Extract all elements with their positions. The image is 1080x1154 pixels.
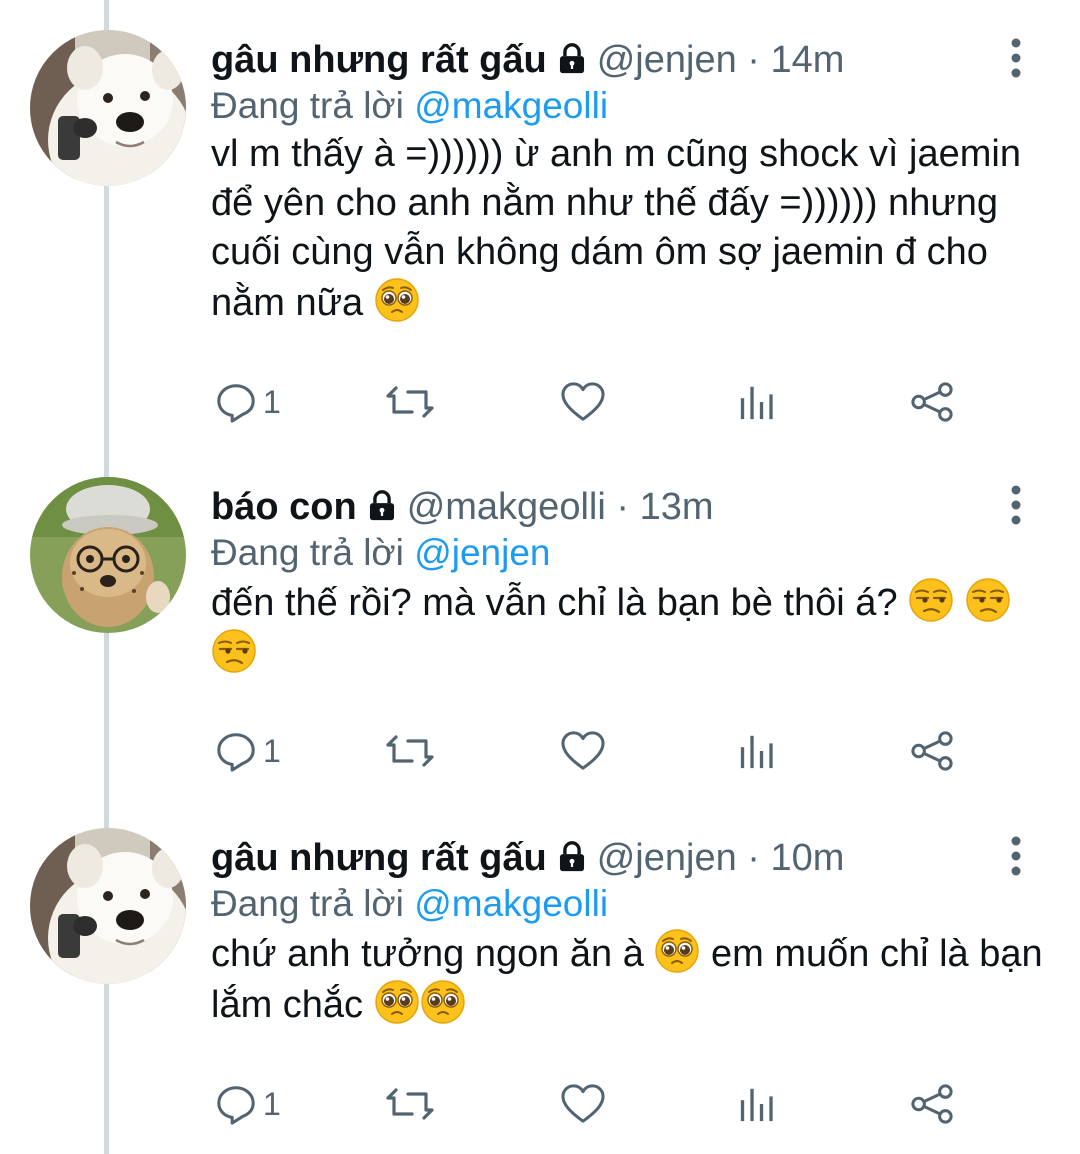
retweet-icon (385, 382, 435, 422)
pleading-face-emoji (374, 277, 420, 323)
retweet-button[interactable] (385, 372, 435, 432)
views-button[interactable] (738, 1074, 776, 1134)
separator: · (747, 39, 760, 81)
reply-mention[interactable]: @makgeolli (414, 883, 608, 924)
share-button[interactable] (909, 721, 955, 781)
reply-prefix: Đang trả lời (211, 85, 404, 126)
user-handle[interactable]: @jenjen (597, 837, 737, 879)
reply-prefix: Đang trả lời (211, 883, 404, 924)
reply-icon (215, 1083, 257, 1125)
views-button[interactable] (738, 721, 776, 781)
reply-context: Đang trả lời @jenjen (211, 527, 551, 579)
reply-icon (215, 381, 257, 423)
reply-count: 1 (263, 732, 281, 769)
share-button[interactable] (909, 372, 955, 432)
timestamp[interactable]: 10m (771, 837, 845, 879)
tweet-text: chứ anh tưởng ngon ăn à em muốn chỉ là b… (211, 928, 1046, 1030)
display-name[interactable]: gâu nhưng rất gấu (211, 39, 547, 81)
reply-button[interactable]: 1 (215, 1074, 281, 1134)
pleading-face-emoji (654, 928, 700, 974)
timestamp[interactable]: 13m (640, 486, 714, 528)
retweet-icon (385, 731, 435, 771)
reply-count: 1 (263, 1085, 281, 1122)
display-name[interactable]: gâu nhưng rất gấu (211, 837, 547, 879)
avatar[interactable] (30, 477, 186, 633)
cheetah-cub-avatar-icon (30, 477, 186, 633)
share-button[interactable] (909, 1074, 955, 1134)
reply-mention[interactable]: @makgeolli (414, 85, 608, 126)
tweet-text: vl m thấy à =)))))) ừ anh m cũng shock v… (211, 130, 1046, 328)
user-handle[interactable]: @jenjen (597, 39, 737, 81)
white-dog-avatar-icon (30, 828, 186, 984)
reply-button[interactable]: 1 (215, 372, 281, 432)
more-options-button[interactable] (1001, 38, 1031, 78)
reply-count: 1 (263, 383, 281, 420)
timestamp[interactable]: 14m (771, 39, 845, 81)
avatar[interactable] (30, 828, 186, 984)
like-icon (560, 730, 606, 772)
avatar[interactable] (30, 30, 186, 186)
more-vertical-icon (1001, 836, 1031, 876)
separator: · (616, 486, 629, 528)
views-button[interactable] (738, 372, 776, 432)
like-icon (560, 381, 606, 423)
tweet-text-content: đến thế rồi? mà vẫn chỉ là bạn bè thôi á… (211, 582, 898, 624)
views-icon (738, 383, 776, 421)
views-icon (738, 732, 776, 770)
reply-context: Đang trả lời @makgeolli (211, 80, 608, 132)
reply-icon (215, 730, 257, 772)
tweet-text-content: vl m thấy à =)))))) ừ anh m cũng shock v… (211, 133, 1021, 324)
retweet-button[interactable] (385, 1074, 435, 1134)
share-icon (909, 730, 955, 772)
separator: · (747, 837, 760, 879)
retweet-icon (385, 1084, 435, 1124)
reply-button[interactable]: 1 (215, 721, 281, 781)
unamused-face-emoji (908, 577, 954, 623)
share-icon (909, 381, 955, 423)
views-icon (738, 1085, 776, 1123)
like-button[interactable] (560, 1074, 606, 1134)
tweet-text-part-1: chứ anh tưởng ngon ăn à (211, 933, 644, 975)
reply-context: Đang trả lời @makgeolli (211, 878, 608, 930)
user-handle[interactable]: @makgeolli (407, 486, 606, 528)
white-dog-avatar-icon (30, 30, 186, 186)
share-icon (909, 1083, 955, 1125)
retweet-button[interactable] (385, 721, 435, 781)
reply-prefix: Đang trả lời (211, 532, 404, 573)
like-button[interactable] (560, 721, 606, 781)
tweet-actions: 1 (211, 1074, 971, 1134)
more-options-button[interactable] (1001, 485, 1031, 525)
tweet-actions: 1 (211, 721, 971, 781)
tweet-text: đến thế rồi? mà vẫn chỉ là bạn bè thôi á… (211, 577, 1031, 679)
unamused-face-emoji (211, 628, 257, 674)
display-name[interactable]: báo con (211, 486, 357, 528)
pleading-face-emoji (374, 979, 420, 1025)
more-vertical-icon (1001, 485, 1031, 525)
more-vertical-icon (1001, 38, 1031, 78)
like-button[interactable] (560, 372, 606, 432)
reply-mention[interactable]: @jenjen (414, 532, 550, 573)
more-options-button[interactable] (1001, 836, 1031, 876)
pleading-face-emoji (420, 979, 466, 1025)
unamused-face-emoji (965, 577, 1011, 623)
tweet-actions: 1 (211, 372, 971, 432)
like-icon (560, 1083, 606, 1125)
